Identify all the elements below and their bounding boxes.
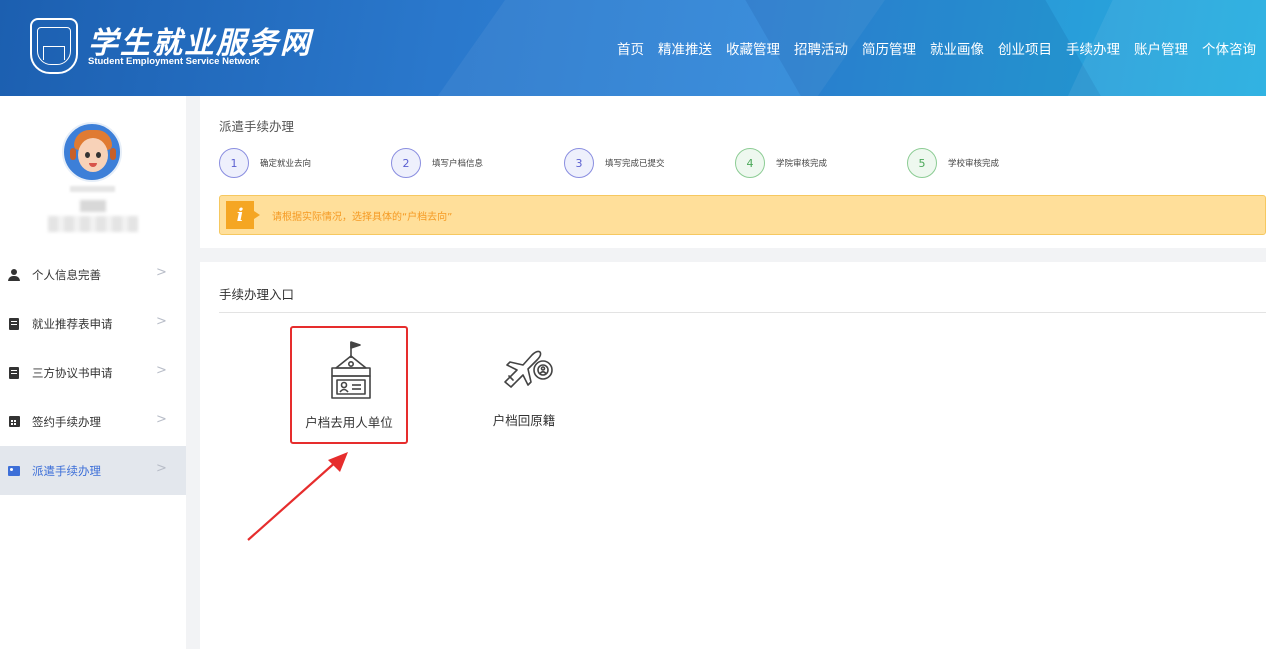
nav-item-account[interactable]: 账户管理 <box>1134 38 1188 58</box>
entry-label: 户档回原籍 <box>492 413 556 428</box>
step-1: 1 确定就业去向 <box>219 148 311 178</box>
sidebar-item-dispatch[interactable]: 派遣手续办理 > <box>0 446 186 495</box>
site-subtitle: Student Employment Service Network <box>88 56 260 67</box>
chevron-right-icon: > <box>156 461 167 476</box>
chevron-right-icon: > <box>156 314 167 329</box>
nav-item-recruiting[interactable]: 招聘活动 <box>794 38 848 58</box>
entry-return-hometown[interactable]: 户档回原籍 <box>465 326 583 444</box>
blurred-user-detail <box>48 216 138 232</box>
step-number: 5 <box>907 148 937 178</box>
nav-item-recommend[interactable]: 精准推送 <box>658 38 712 58</box>
step-5: 5 学校审核完成 <box>907 148 999 178</box>
info-icon: i <box>226 201 260 229</box>
nav-item-favorites[interactable]: 收藏管理 <box>726 38 780 58</box>
airplane-icon <box>504 350 553 388</box>
process-panel: 派遣手续办理 1 确定就业去向 2 填写户档信息 3 填写完成已提交 4 学院审… <box>200 96 1266 248</box>
notice-text: 请根据实际情况，选择具体的“户档去向” <box>272 211 453 223</box>
user-icon <box>8 268 20 281</box>
nav-item-procedures[interactable]: 手续办理 <box>1066 38 1120 58</box>
avatar[interactable] <box>62 122 122 182</box>
chevron-right-icon: > <box>156 412 167 427</box>
nav-item-home[interactable]: 首页 <box>617 38 644 58</box>
step-label: 填写完成已提交 <box>605 159 665 169</box>
sidebar-item-label: 签约手续办理 <box>32 414 101 429</box>
notice-banner: i 请根据实际情况，选择具体的“户档去向” <box>219 195 1266 235</box>
calendar-icon <box>8 416 20 428</box>
university-logo-icon <box>30 18 78 74</box>
id-card-icon <box>8 465 20 477</box>
entry-label: 户档去用人单位 <box>305 415 393 430</box>
nav-item-consult[interactable]: 个体咨询 <box>1202 38 1256 58</box>
section-title: 手续办理入口 <box>219 287 295 302</box>
chevron-right-icon: > <box>156 363 167 378</box>
nav-item-profile[interactable]: 就业画像 <box>930 38 984 58</box>
annotation-arrow-icon <box>247 452 348 541</box>
nav-item-resume[interactable]: 简历管理 <box>862 38 916 58</box>
header: 学生就业服务网 Student Employment Service Netwo… <box>0 0 1266 96</box>
step-4: 4 学院审核完成 <box>735 148 827 178</box>
step-number: 4 <box>735 148 765 178</box>
divider <box>219 312 1266 313</box>
nav-item-startup[interactable]: 创业项目 <box>998 38 1052 58</box>
chevron-right-icon: > <box>156 265 167 280</box>
sidebar-item-label: 三方协议书申请 <box>32 365 113 380</box>
sidebar-item-tripartite[interactable]: 三方协议书申请 > <box>0 348 186 397</box>
sidebar-item-personal-info[interactable]: 个人信息完善 > <box>0 250 186 299</box>
sidebar-item-signing[interactable]: 签约手续办理 > <box>0 397 186 446</box>
sidebar-item-label: 派遣手续办理 <box>32 463 101 478</box>
blurred-user-info <box>80 200 106 212</box>
entry-employer-unit[interactable]: 户档去用人单位 <box>290 326 408 444</box>
step-label: 填写户档信息 <box>432 159 484 169</box>
sidebar-item-label: 个人信息完善 <box>32 267 101 282</box>
sidebar-item-recommend-form[interactable]: 就业推荐表申请 > <box>0 299 186 348</box>
step-2: 2 填写户档信息 <box>391 148 483 178</box>
step-label: 学院审核完成 <box>776 159 828 169</box>
document-icon <box>8 366 20 379</box>
sidebar-item-label: 就业推荐表申请 <box>32 316 113 331</box>
employer-building-icon <box>331 341 371 399</box>
sidebar: 个人信息完善 > 就业推荐表申请 > 三方协议书申请 > 签约手续办理 > 派遣… <box>0 96 186 649</box>
step-number: 2 <box>391 148 421 178</box>
step-number: 1 <box>219 148 249 178</box>
top-nav: 首页 精准推送 收藏管理 招聘活动 简历管理 就业画像 创业项目 手续办理 账户… <box>617 38 1256 58</box>
step-label: 确定就业去向 <box>260 159 312 169</box>
page-title: 派遣手续办理 <box>219 119 295 134</box>
document-icon <box>8 317 20 330</box>
blurred-user-name <box>70 186 115 192</box>
step-label: 学校审核完成 <box>948 159 1000 169</box>
step-3: 3 填写完成已提交 <box>564 148 665 178</box>
step-number: 3 <box>564 148 594 178</box>
sidebar-menu: 个人信息完善 > 就业推荐表申请 > 三方协议书申请 > 签约手续办理 > 派遣… <box>0 250 186 495</box>
